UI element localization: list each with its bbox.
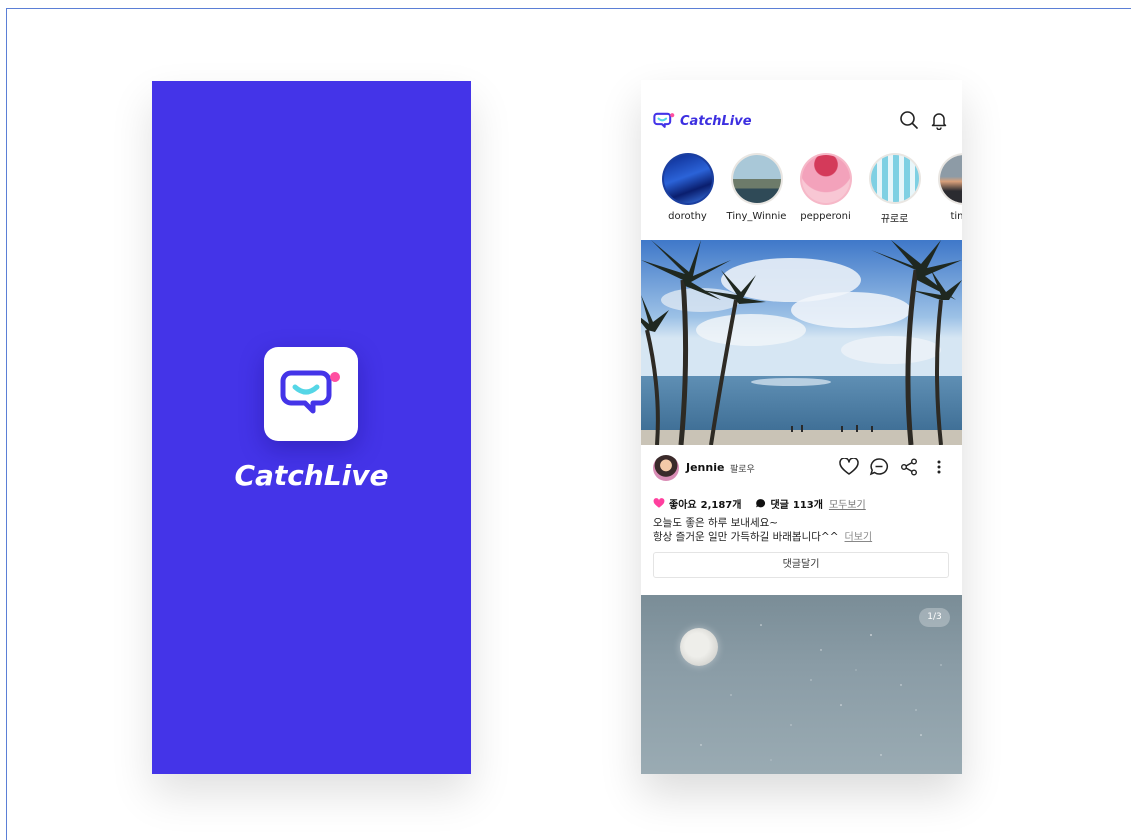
chat-logo-icon <box>653 112 675 128</box>
heart-icon[interactable] <box>839 458 859 476</box>
story-name: tingti <box>950 211 962 222</box>
logo-text: CatchLive <box>680 113 752 129</box>
post-username[interactable]: Jennie <box>686 461 724 474</box>
story-avatar <box>937 153 962 205</box>
comments-count: 113개 <box>792 500 823 511</box>
app-logo-icon <box>264 347 358 441</box>
splash-screen: CatchLive <box>152 81 471 774</box>
story-name: Tiny_Winnie <box>726 211 787 222</box>
story-name: dorothy <box>668 211 707 222</box>
share-icon[interactable] <box>900 458 918 476</box>
story-item[interactable]: 뀨로로 <box>860 153 929 225</box>
post-image-2[interactable]: 1/3 <box>641 595 962 774</box>
caption-line: 항상 즐거운 일만 가득하길 바래봅니다^^ <box>653 531 839 543</box>
caption-line: 오늘도 좋은 하루 보내세요~ <box>653 517 779 529</box>
post-caption: 오늘도 좋은 하루 보내세요~ 항상 즐거운 일만 가득하길 바래봅니다^^ 더보… <box>653 516 872 545</box>
story-item[interactable]: Tiny_Winnie <box>722 153 791 225</box>
splash-title: CatchLive <box>234 459 389 492</box>
moon-graphic <box>680 628 718 666</box>
write-comment-button[interactable]: 댓글달기 <box>653 552 949 578</box>
avatar[interactable] <box>653 455 679 481</box>
header-logo[interactable]: CatchLive <box>653 111 752 131</box>
stories-row: dorothy Tiny_Winnie pepperoni 뀨로로 tingti <box>653 153 962 225</box>
post-stats: 좋아요 2,187개 댓글 113개 모두보기 <box>653 496 866 511</box>
more-link[interactable]: 더보기 <box>845 532 873 543</box>
story-item[interactable]: pepperoni <box>791 153 860 225</box>
comments-label: 댓글 <box>770 500 789 511</box>
comment-icon[interactable] <box>869 458 889 476</box>
comment-bubble-icon <box>756 499 766 508</box>
caption-line-2: 항상 즐거운 일만 가득하길 바래봅니다^^ 더보기 <box>653 530 872 545</box>
search-icon[interactable] <box>899 110 919 130</box>
story-item[interactable]: tingti <box>929 153 962 225</box>
story-avatar <box>868 153 921 204</box>
more-vertical-icon[interactable] <box>933 458 945 476</box>
post-action-bar: Jennie 팔로우 <box>641 453 962 481</box>
post-image[interactable] <box>641 240 962 445</box>
story-name: 뀨로로 <box>880 214 909 225</box>
likes-count: 2,187개 <box>700 500 742 511</box>
story-avatar <box>799 153 852 205</box>
app-header: CatchLive <box>641 108 962 136</box>
image-counter-badge: 1/3 <box>919 608 950 627</box>
follow-button[interactable]: 팔로우 <box>730 462 755 475</box>
bell-icon[interactable] <box>929 110 949 130</box>
likes-label: 좋아요 <box>669 500 697 511</box>
story-avatar <box>730 153 783 205</box>
like-heart-icon <box>653 498 665 508</box>
story-name: pepperoni <box>800 211 851 222</box>
feed-screen: CatchLive dorothy Tiny_Winnie pepperoni … <box>641 80 962 774</box>
view-all-comments-link[interactable]: 모두보기 <box>829 496 866 511</box>
story-item[interactable]: dorothy <box>653 153 722 225</box>
story-avatar <box>661 153 714 205</box>
